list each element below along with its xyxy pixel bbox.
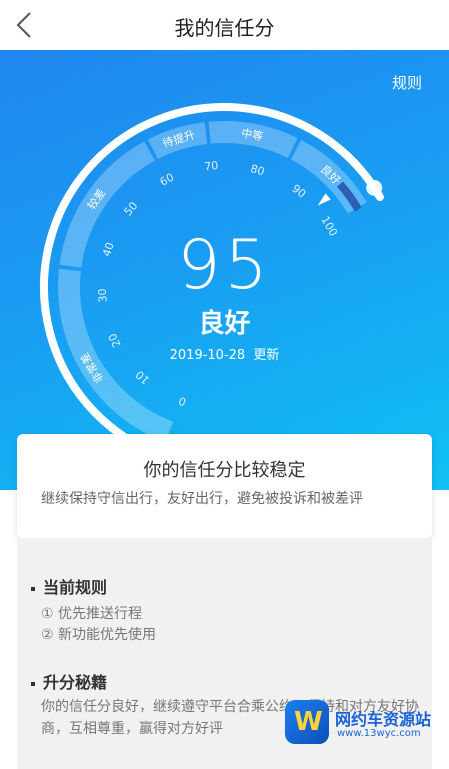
gauge-tick-label: 50 [121, 199, 140, 218]
gauge-pointer [317, 193, 331, 206]
gauge-tick-label: 60 [158, 171, 176, 189]
top-bar: 我的信任分 [0, 0, 449, 50]
status-card: 你的信任分比较稳定 继续保持守信出行，友好出行，避免被投诉和被差评 [17, 434, 432, 538]
tips-title: 升分秘籍 [31, 669, 107, 693]
gauge-tick-label: 0 [177, 394, 188, 409]
watermark-logo-icon [285, 700, 329, 744]
rule-item: ② 新功能优先使用 [41, 627, 157, 643]
watermark-url: www.13wyc.com [337, 728, 421, 739]
update-label: 更新 [253, 348, 280, 363]
score-level: 良好 [198, 309, 251, 339]
status-title: 你的信任分比较稳定 [143, 460, 306, 481]
gauge-tick-label: 10 [133, 368, 152, 387]
gauge-tick-label: 80 [249, 162, 266, 178]
watermark: 网约车资源站 www.13wyc.com [285, 700, 435, 746]
page-title: 我的信任分 [174, 16, 275, 40]
watermark-name: 网约车资源站 [335, 710, 432, 729]
status-description: 继续保持守信出行，友好出行，避免被投诉和被差评 [41, 491, 363, 507]
update-info: 2019-10-28 更新 [0, 344, 449, 363]
update-date: 2019-10-28 [169, 348, 246, 363]
gauge-end-dot [366, 179, 383, 196]
gauge-tick-label: 70 [204, 159, 219, 173]
gauge-tick-label: 90 [289, 182, 308, 201]
current-rules-title: 当前规则 [31, 574, 107, 598]
score-value: 95 [177, 226, 272, 305]
rule-item: ① 优先推送行程 [41, 606, 143, 622]
